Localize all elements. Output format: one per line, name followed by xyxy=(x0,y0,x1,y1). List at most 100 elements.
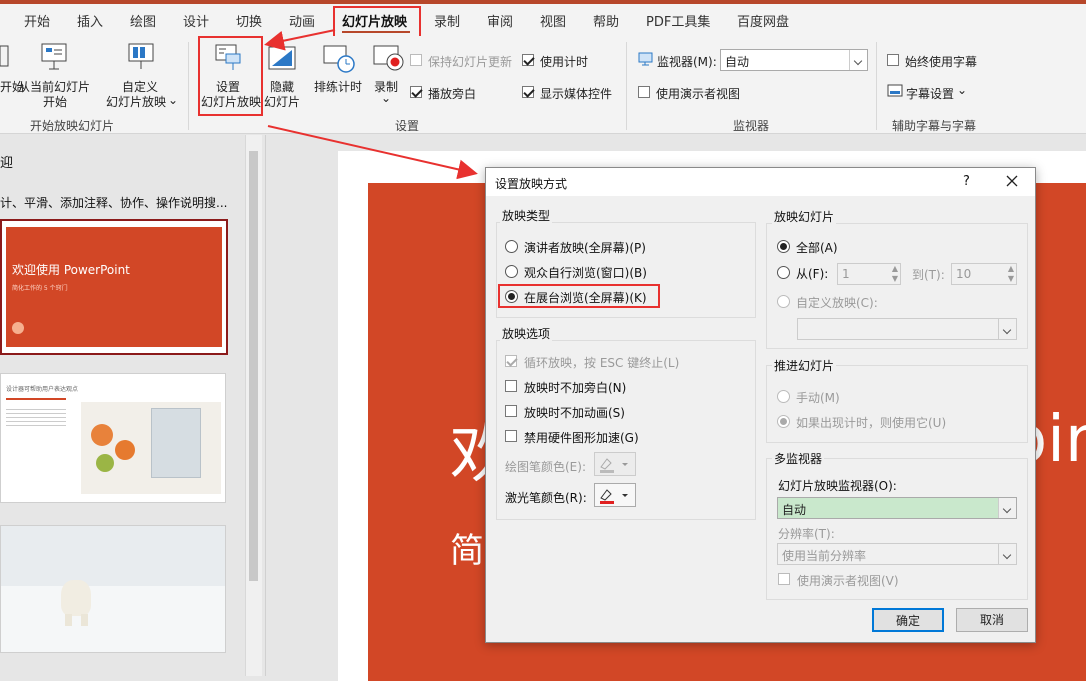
thumbnail-scrollbar[interactable] xyxy=(245,135,262,676)
group-label-start-slideshow: 开始放映幻灯片 xyxy=(30,119,115,133)
laser-color-label: 激光笔颜色(R): xyxy=(505,491,587,505)
pen-color-picker xyxy=(594,452,636,476)
always-use-captions-label: 始终使用字幕 xyxy=(905,55,978,69)
keep-slides-updated-label: 保持幻灯片更新 xyxy=(428,55,513,69)
spin-up-icon: ▲ xyxy=(1007,264,1014,273)
slideshow-monitor-value: 自动 xyxy=(782,503,807,517)
group-divider xyxy=(626,42,627,130)
all-slides-radio[interactable] xyxy=(777,240,790,253)
laser-color-picker[interactable] xyxy=(594,483,636,507)
spin-down-icon: ▼ xyxy=(1007,274,1014,283)
presenter-fullscreen-radio[interactable] xyxy=(505,240,518,253)
slide-2-accent xyxy=(6,398,66,400)
slide-2-image xyxy=(81,402,221,494)
browsed-window-radio[interactable] xyxy=(505,265,518,278)
custom-show-radio xyxy=(777,295,790,308)
group-label-captions: 辅助字幕与字幕 xyxy=(892,119,977,133)
from-slide-radio[interactable] xyxy=(777,266,790,279)
tab-review[interactable]: 审阅 xyxy=(487,11,513,30)
ok-button[interactable]: 确定 xyxy=(872,608,944,632)
show-media-controls-checkbox[interactable] xyxy=(522,86,534,98)
chevron-down-icon xyxy=(998,498,1016,518)
advance-slides-legend: 推进幻灯片 xyxy=(772,357,837,374)
loop-until-esc-checkbox xyxy=(505,355,517,367)
slide-thumbnail-3[interactable] xyxy=(0,525,226,653)
tab-animations[interactable]: 动画 xyxy=(289,11,315,30)
from-current-slide-button-line2[interactable]: 开始 xyxy=(43,93,67,110)
to-slide-spinner: 10 ▲ ▼ xyxy=(951,263,1017,285)
slide-1-subtitle: 简化工作的 5 个窍门 xyxy=(12,285,68,292)
custom-show-label: 自定义放映(C): xyxy=(796,296,878,310)
tab-help[interactable]: 帮助 xyxy=(593,11,619,30)
from-beginning-icon xyxy=(0,44,10,72)
powerpoint-logo-icon xyxy=(12,322,24,334)
no-narration-label: 放映时不加旁白(N) xyxy=(524,381,627,395)
spin-down-icon: ▼ xyxy=(891,274,898,283)
tab-design[interactable]: 设计 xyxy=(183,11,209,30)
disable-hw-accel-checkbox[interactable] xyxy=(505,430,517,442)
custom-show-dropdown xyxy=(797,318,1017,340)
rehearse-timings-button[interactable]: 排练计时 xyxy=(314,78,362,95)
chevron-down-icon: ⌄ xyxy=(168,93,179,107)
loop-until-esc-label: 循环放映，按 ESC 键终止(L) xyxy=(524,356,680,370)
slide-thumbnail-2[interactable]: 设计器可帮助用户表达观点 xyxy=(0,373,226,503)
help-button[interactable]: ? xyxy=(963,174,970,189)
monitor-icon xyxy=(638,52,654,66)
close-icon[interactable] xyxy=(1006,175,1018,187)
tab-transitions[interactable]: 切换 xyxy=(236,11,262,30)
no-animation-checkbox[interactable] xyxy=(505,405,517,417)
hide-slide-icon xyxy=(268,46,298,72)
custom-slideshow-button-line2[interactable]: 幻灯片放映 xyxy=(106,93,166,110)
always-use-captions-checkbox[interactable] xyxy=(887,54,899,66)
chevron-down-icon: ⌄ xyxy=(957,83,968,97)
tab-baidu-disk[interactable]: 百度网盘 xyxy=(737,11,789,30)
to-slide-label: 到(T): xyxy=(912,268,945,282)
tab-insert[interactable]: 插入 xyxy=(77,11,103,30)
tab-view[interactable]: 视图 xyxy=(540,11,566,30)
use-timings-checkbox[interactable] xyxy=(522,54,534,66)
from-slide-value: 1 xyxy=(842,267,850,281)
no-narration-checkbox[interactable] xyxy=(505,380,517,392)
use-timings-radio xyxy=(777,415,790,428)
tab-pdf-tools[interactable]: PDF工具集 xyxy=(646,11,710,30)
tab-home[interactable]: 开始 xyxy=(24,11,50,30)
hide-slide-button-line2[interactable]: 幻灯片 xyxy=(264,93,300,110)
dialog-presenter-view-checkbox xyxy=(778,573,790,585)
scrollbar-thumb[interactable] xyxy=(249,151,258,581)
resolution-dropdown: 使用当前分辨率 xyxy=(777,543,1017,565)
snow-ground-shape xyxy=(1,586,225,652)
show-slides-legend: 放映幻灯片 xyxy=(772,208,837,225)
orange-fruit-shape xyxy=(91,424,113,446)
use-timings-label: 使用计时 xyxy=(540,55,589,69)
multi-monitor-legend: 多监视器 xyxy=(772,450,825,467)
resolution-value: 使用当前分辨率 xyxy=(782,549,867,563)
monitor-dropdown[interactable]: 自动 xyxy=(720,49,868,71)
slide-thumbnail-1[interactable]: 欢迎使用 PowerPoint 简化工作的 5 个窍门 xyxy=(0,219,228,355)
presenter-fullscreen-label: 演讲者放映(全屏幕)(P) xyxy=(524,241,646,255)
to-slide-value: 10 xyxy=(956,267,972,281)
use-presenter-view-checkbox[interactable] xyxy=(638,86,650,98)
ribbon-tab-bar: 开始 插入 绘图 设计 切换 动画 幻灯片放映 录制 审阅 视图 帮助 PDF工… xyxy=(0,4,1086,36)
use-timings-label: 如果出现计时，则使用它(U) xyxy=(796,416,947,430)
chevron-down-icon: ⌄ xyxy=(381,91,392,105)
orange-fruit-shape xyxy=(115,440,135,460)
spin-up-icon: ▲ xyxy=(891,264,898,273)
rehearse-timings-icon xyxy=(322,44,356,74)
slide-1-background: 欢迎使用 PowerPoint 简化工作的 5 个窍门 xyxy=(6,227,222,347)
dialog-title-bar: 设置放映方式 ? xyxy=(486,168,1035,196)
tab-draw[interactable]: 绘图 xyxy=(130,11,156,30)
caption-settings-icon xyxy=(887,84,903,98)
slide-thumbnail-pane: 迎 计、平滑、添加注释、协作、操作说明搜... 欢迎使用 PowerPoint … xyxy=(0,135,264,676)
manual-advance-label: 手动(M) xyxy=(796,391,840,405)
use-presenter-view-label: 使用演示者视图 xyxy=(656,87,741,101)
highlight-slideshow-tab xyxy=(333,6,421,38)
outline-description-partial: 计、平滑、添加注释、协作、操作说明搜... xyxy=(0,196,228,210)
tab-record[interactable]: 录制 xyxy=(434,11,460,30)
slideshow-monitor-dropdown[interactable]: 自动 xyxy=(777,497,1017,519)
group-divider xyxy=(876,42,877,130)
polar-bear-shape xyxy=(61,580,91,616)
cancel-button[interactable]: 取消 xyxy=(956,608,1028,632)
caption-settings-button[interactable]: 字幕设置 xyxy=(906,85,954,102)
slide-1-title: 欢迎使用 PowerPoint xyxy=(12,263,130,277)
play-narration-checkbox[interactable] xyxy=(410,86,422,98)
